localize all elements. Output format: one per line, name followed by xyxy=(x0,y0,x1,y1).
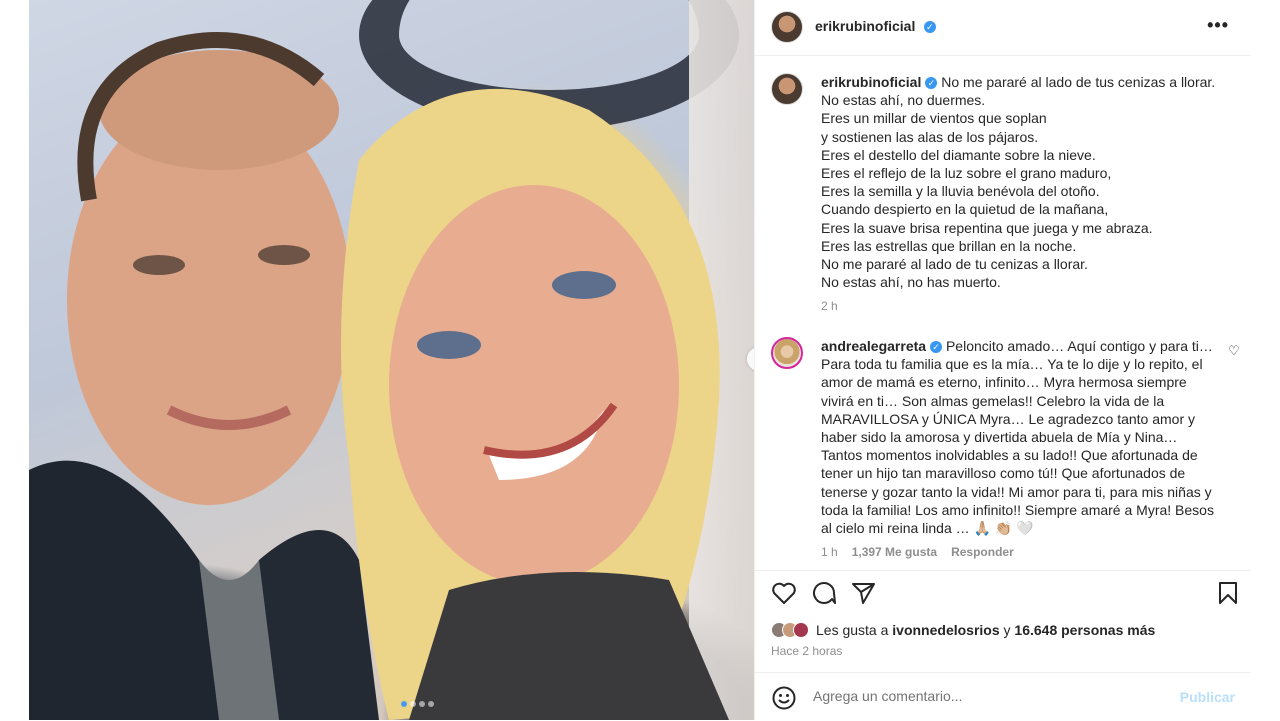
caption: erikrubinoficial ✓ No me pararé al lado d… xyxy=(821,73,1231,316)
comment-line: tenerse y gozar tanto la vida!! Mi amor … xyxy=(821,483,1212,500)
caption-line: Eres un millar de vientos que soplan xyxy=(821,110,1047,127)
comment-line: toda la familia! Los amo infinito!! Siem… xyxy=(821,501,1214,518)
likes-middle: y xyxy=(1003,622,1011,638)
bookmark-icon[interactable] xyxy=(1217,581,1239,605)
caption-line-1: erikrubinoficial ✓ No me pararé al lado d… xyxy=(821,73,1231,91)
verified-badge-icon: ✓ xyxy=(930,341,943,354)
publish-button[interactable]: Publicar xyxy=(1180,689,1235,705)
caption-line: y sostienen las alas de los pájaros. xyxy=(821,128,1039,145)
comment-meta: 1 h 1,397 Me gusta Responder xyxy=(821,543,1215,561)
post-photo[interactable]: › xyxy=(29,0,754,720)
comment-line: Tantos momentos inolvidables a su lado!!… xyxy=(821,447,1198,464)
comment-composer: Publicar xyxy=(755,672,1251,721)
verified-badge-icon: ✓ xyxy=(923,20,936,33)
author-name-row: erikrubinoficial ✓ xyxy=(815,18,936,36)
carousel-dot xyxy=(419,701,425,707)
comment-line: amor de mamá es eterno, infinito… Myra h… xyxy=(821,374,1187,391)
post-header: erikrubinoficial ✓ ••• xyxy=(755,0,1251,56)
carousel-dot xyxy=(428,701,434,707)
caption-time[interactable]: 2 h xyxy=(821,297,1231,315)
post-detail-panel: erikrubinoficial ✓ ••• erikrubinoficial ✓… xyxy=(754,0,1251,720)
comment-line: tener un hijo tan maravilloso como tú!! … xyxy=(821,465,1186,482)
more-icon[interactable]: ••• xyxy=(1207,15,1229,36)
caption-line: Eres la semilla y la lluvia benévola del… xyxy=(821,183,1100,200)
share-icon[interactable] xyxy=(851,581,877,605)
reply-button[interactable]: Responder xyxy=(951,543,1014,561)
caption-line: Eres el destello del diamante sobre la n… xyxy=(821,146,1096,163)
post-timestamp[interactable]: Hace 2 horas xyxy=(771,644,842,658)
post-actions xyxy=(755,570,1251,611)
comment-line: vivirá en ti… Son almas gemelas!! Celebr… xyxy=(821,392,1165,409)
comment-text: Peloncito amado… Aquí contigo y para ti… xyxy=(945,338,1213,354)
carousel-dot xyxy=(401,701,407,707)
comment-time[interactable]: 1 h xyxy=(821,543,838,561)
heart-icon[interactable] xyxy=(771,581,797,605)
comment-line: MARAVILLOSA y ÚNICA Myra… Le agradezco t… xyxy=(821,410,1196,427)
commenter-avatar[interactable] xyxy=(771,337,803,369)
likes-prefix: Les gusta a xyxy=(816,622,889,638)
likes-count[interactable]: 16.648 personas más xyxy=(1014,622,1155,638)
verified-badge-icon: ✓ xyxy=(925,77,938,90)
comments-section[interactable]: erikrubinoficial ✓ No me pararé al lado d… xyxy=(755,56,1251,570)
caption-line: No me pararé al lado de tu cenizas a llo… xyxy=(821,256,1088,273)
comment-like-heart-icon[interactable]: ♡ xyxy=(1228,343,1240,359)
comment-line: Para toda tu familia que es la mía… Ya t… xyxy=(821,356,1203,373)
photo-subjects xyxy=(29,32,729,720)
comment-icon[interactable] xyxy=(811,581,837,605)
author-username[interactable]: erikrubinoficial xyxy=(815,18,915,34)
caption-line: Cuando despierto en la quietud de la mañ… xyxy=(821,201,1109,218)
caption-text: No me pararé al lado de tus cenizas a ll… xyxy=(941,74,1216,90)
caption-line: No estas ahí, no has muerto. xyxy=(821,274,1001,291)
carousel-dot xyxy=(410,701,416,707)
caption-line: Eres las estrellas que brillan en la noc… xyxy=(821,237,1077,254)
likes-summary: Les gusta a ivonnedelosrios y 16.648 per… xyxy=(771,622,1155,638)
comment-line-1: andrealegarreta ✓ Peloncito amado… Aquí c… xyxy=(821,337,1215,355)
comment-input[interactable] xyxy=(811,687,1155,705)
caption-line: Eres el reflejo de la luz sobre el grano… xyxy=(821,165,1112,182)
liker-avatar xyxy=(793,622,809,638)
liker-avatars xyxy=(771,622,809,638)
emoji-icon[interactable] xyxy=(771,685,797,711)
caption-line: No estas ahí, no duermes. xyxy=(821,92,986,109)
caption-avatar[interactable] xyxy=(771,73,803,105)
caption-author[interactable]: erikrubinoficial xyxy=(821,74,921,90)
comment-line: al cielo mi reina linda … 🙏🏼 👏🏼 🤍 xyxy=(821,520,1034,537)
carousel-indicator xyxy=(401,701,434,707)
caption-line: Eres la suave brisa repentina que juega … xyxy=(821,219,1153,236)
comment-likes[interactable]: 1,397 Me gusta xyxy=(852,543,937,561)
comment-line: haber sido la amorosa y divertida abuela… xyxy=(821,429,1178,446)
comment-author[interactable]: andrealegarreta xyxy=(821,338,926,354)
author-avatar[interactable] xyxy=(771,11,803,43)
comment: andrealegarreta ✓ Peloncito amado… Aquí c… xyxy=(821,337,1215,561)
liker-username[interactable]: ivonnedelosrios xyxy=(892,622,999,638)
